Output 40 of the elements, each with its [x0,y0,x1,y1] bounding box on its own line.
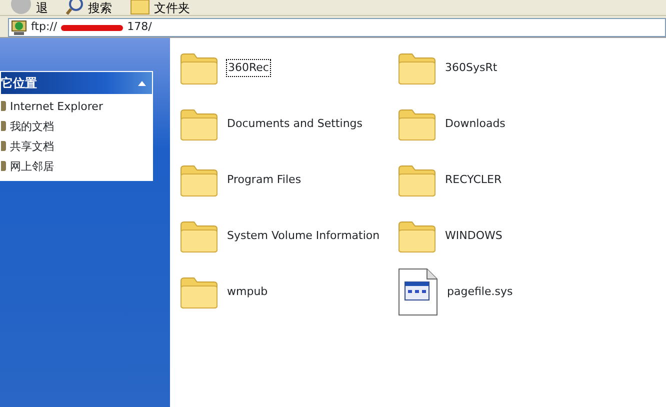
folder-name[interactable]: 360SysRt [444,60,498,76]
system-file-icon [398,268,438,316]
file-name[interactable]: pagefile.sys [446,284,514,300]
folder-icon [180,51,218,85]
item-icon [1,138,7,153]
search-icon [66,0,84,15]
collapse-arrow-icon[interactable] [138,80,146,86]
item-icon [1,98,7,113]
address-field[interactable]: ftp:// 178/ [8,18,666,37]
folder-icon [180,107,218,141]
folder-icon [180,219,218,253]
place-link[interactable]: 共享文档 [10,138,54,155]
folder-icon [398,219,436,253]
folder-name[interactable]: 360Rec [226,58,271,78]
folder-name[interactable]: System Volume Information [226,228,381,244]
folder-icon [398,163,436,197]
item-icon [1,118,7,133]
toolbar-button[interactable]: 退 [8,0,50,15]
folder-icon [398,51,436,85]
item-icon [1,158,7,173]
folder-icon [398,107,436,141]
place-link[interactable]: Internet Explorer [10,98,103,115]
network-drive-icon [11,20,27,36]
folder-name[interactable]: WINDOWS [444,228,504,244]
toolbar-button[interactable]: 文件夹 [128,0,192,15]
redaction-mark [61,24,124,30]
toolbar-button[interactable]: 搜索 [64,0,114,15]
place-link[interactable]: 我的文档 [10,118,54,135]
folder-name[interactable]: wmpub [226,284,269,300]
address-text: 178/ [127,19,152,36]
folder-name[interactable]: Program Files [226,172,302,188]
place-link[interactable]: 网上邻居 [10,158,54,175]
address-text: ftp:// [31,19,58,36]
folder-name[interactable]: Downloads [444,116,506,132]
panel-header[interactable]: 它位置 [1,72,152,94]
folder-icon [180,163,218,197]
folder-name[interactable]: RECYCLER [444,172,503,188]
panel-title: 它位置 [1,75,37,92]
folder-icon [180,275,218,309]
folder-name[interactable]: Documents and Settings [226,116,364,132]
